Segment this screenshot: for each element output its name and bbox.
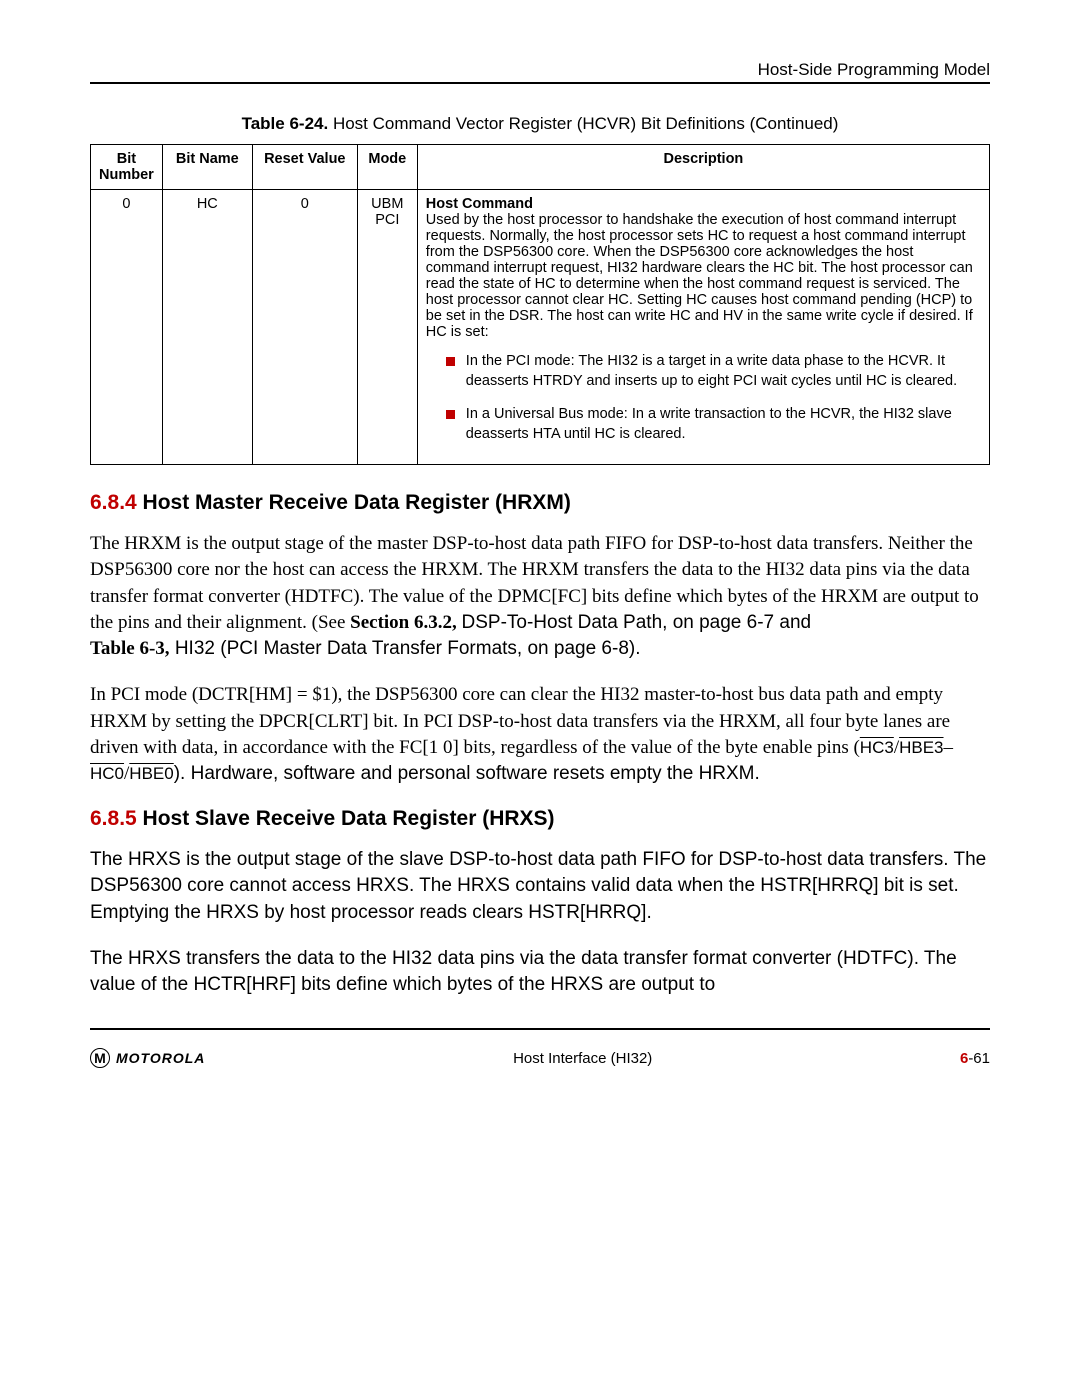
page-num: -61	[968, 1050, 990, 1067]
col-bit-name: Bit Name	[162, 145, 252, 190]
top-rule	[90, 82, 990, 84]
section-num-684: 6.8.4	[90, 491, 137, 514]
section-685-p2: The HRXS transfers the data to the HI32 …	[90, 946, 990, 998]
section-num-685: 6.8.5	[90, 807, 137, 830]
cell-bit-name: HC	[162, 190, 252, 465]
p1-ref2: Table 6-3,	[90, 638, 170, 659]
section-684-p2: In PCI mode (DCTR[HM] = $1), the DSP5630…	[90, 682, 990, 787]
desc-title: Host Command	[426, 196, 533, 212]
cell-mode-ubm: UBM	[371, 196, 403, 212]
p1-ref1: Section 6.3.2,	[350, 612, 461, 633]
section-684-p1: The HRXM is the output stage of the mast…	[90, 531, 990, 662]
section-heading-685: 6.8.5 Host Slave Receive Data Register (…	[90, 807, 990, 831]
table-header-row: Bit Number Bit Name Reset Value Mode Des…	[91, 145, 990, 190]
desc-bullet-2: In a Universal Bus mode: In a write tran…	[446, 405, 981, 444]
p2-b: ). Hardware, software and personal softw…	[174, 763, 760, 784]
p2-m2: –	[944, 737, 954, 758]
cell-mode-pci: PCI	[375, 212, 399, 228]
motorola-logo-icon: M	[90, 1048, 110, 1068]
cell-description: Host Command Used by the host processor …	[417, 190, 989, 465]
section-heading-684: 6.8.4 Host Master Receive Data Register …	[90, 491, 990, 515]
col-reset-value: Reset Value	[252, 145, 357, 190]
ov-hbe3: HBE3	[899, 738, 943, 757]
ov-hc3: HC3	[860, 738, 894, 757]
ov-hbe0: HBE0	[129, 764, 173, 783]
footer-center: Host Interface (HI32)	[513, 1050, 652, 1067]
section-685-p1: The HRXS is the output stage of the slav…	[90, 847, 990, 926]
brand-text: MOTOROLA	[116, 1050, 205, 1066]
table-row: 0 HC 0 UBM PCI Host Command Used by the …	[91, 190, 990, 465]
table-caption-text: Host Command Vector Register (HCVR) Bit …	[328, 114, 838, 133]
bit-definition-table: Bit Number Bit Name Reset Value Mode Des…	[90, 144, 990, 465]
cell-reset-value: 0	[252, 190, 357, 465]
col-mode: Mode	[357, 145, 417, 190]
bottom-rule	[90, 1028, 990, 1030]
col-description: Description	[417, 145, 989, 190]
section-title-684: Host Master Receive Data Register (HRXM)	[137, 491, 571, 514]
p1-c: HI32 (PCI Master Data Transfer Formats, …	[170, 638, 641, 659]
table-caption-label: Table 6-24.	[242, 114, 329, 133]
col-bit-number: Bit Number	[91, 145, 163, 190]
desc-bullet-1: In the PCI mode: The HI32 is a target in…	[446, 352, 981, 391]
page: Host-Side Programming Model Table 6-24. …	[0, 0, 1080, 1108]
cell-bit-number: 0	[91, 190, 163, 465]
ov-hc0: HC0	[90, 764, 124, 783]
p2-a: In PCI mode (DCTR[HM] = $1), the DSP5630…	[90, 684, 950, 757]
table-caption: Table 6-24. Host Command Vector Register…	[90, 114, 990, 134]
section-title-685: Host Slave Receive Data Register (HRXS)	[137, 807, 555, 830]
footer-left: M MOTOROLA	[90, 1048, 205, 1068]
footer-page: 6-61	[960, 1050, 990, 1067]
running-header: Host-Side Programming Model	[90, 60, 990, 80]
footer: M MOTOROLA Host Interface (HI32) 6-61	[90, 1048, 990, 1068]
desc-body: Used by the host processor to handshake …	[426, 212, 973, 340]
cell-mode: UBM PCI	[357, 190, 417, 465]
p1-b: DSP-To-Host Data Path, on page 6-7 and	[462, 612, 812, 633]
desc-bullet-list: In the PCI mode: The HI32 is a target in…	[426, 352, 981, 444]
